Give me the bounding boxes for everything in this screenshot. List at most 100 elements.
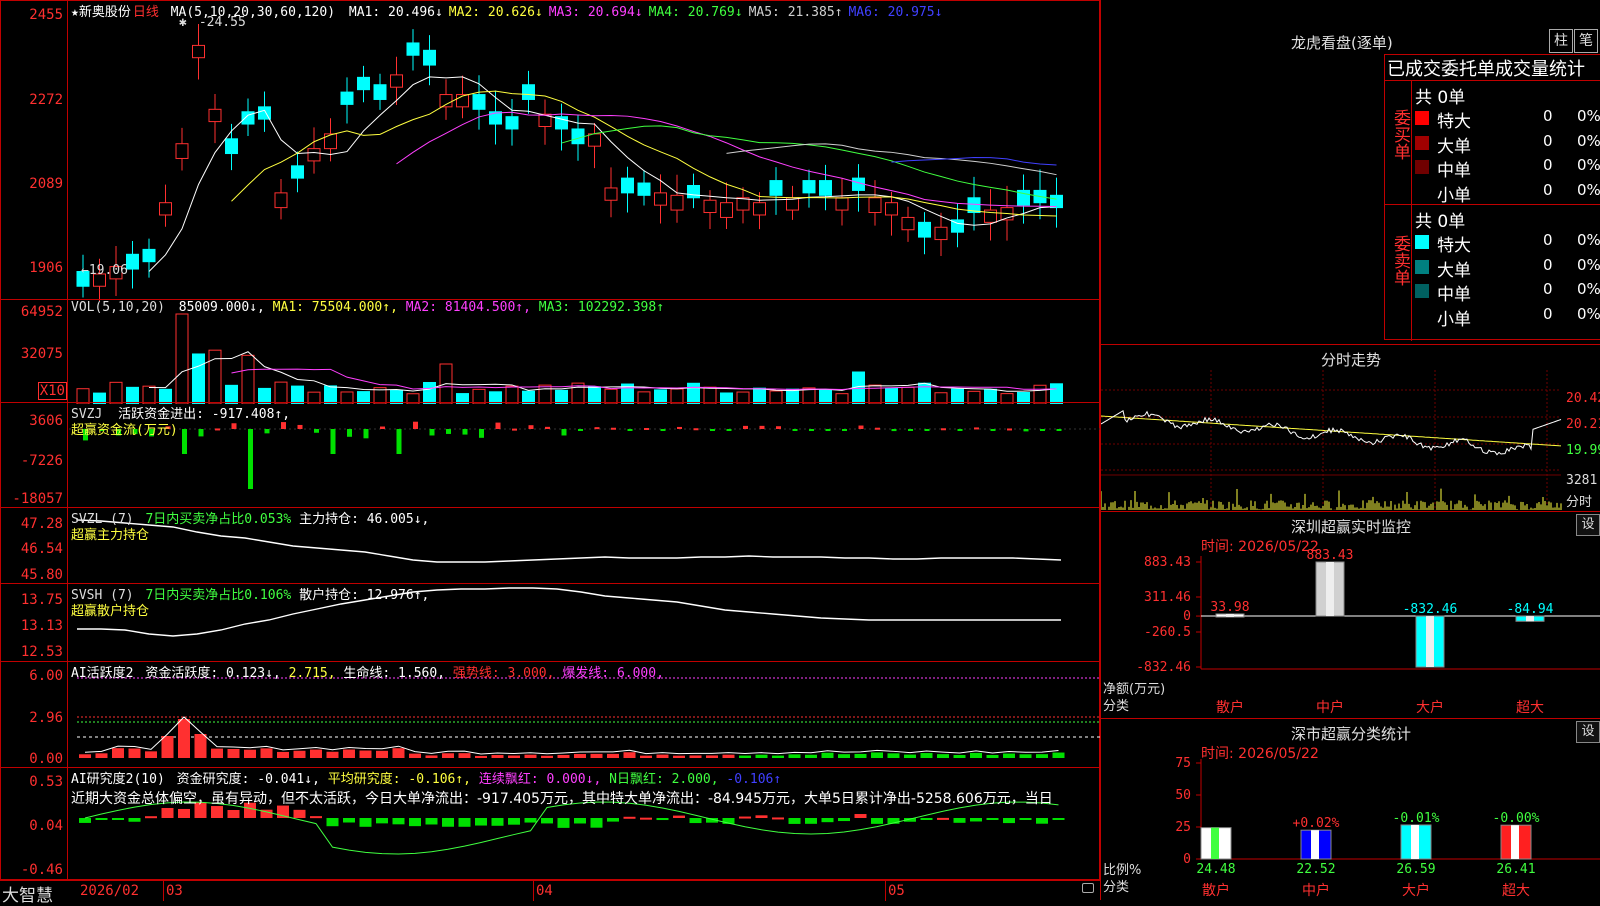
research-bar <box>574 818 586 824</box>
activity-bar <box>508 755 520 758</box>
classify-category-label: 散户 <box>1202 882 1230 899</box>
classify-bar-highlight <box>1511 825 1519 859</box>
svzj-bar <box>198 429 204 437</box>
volume-bar <box>192 353 205 404</box>
classify-chart[interactable]: 75 50 25 0 24.48 散户 +0.02% 22.52 中户 -0.01% 26.59 大户… <box>1101 719 1600 900</box>
monitor-value-label: 33.98 <box>1210 600 1249 615</box>
candle-body <box>423 49 436 66</box>
research-bar <box>871 818 883 824</box>
svsh-label: 13.75 <box>20 592 63 608</box>
candle-body <box>439 94 453 108</box>
ma-value-5: MA5: 21.385↑ <box>748 5 843 20</box>
candle-body <box>621 177 634 194</box>
period-label[interactable]: 日线 <box>133 5 159 20</box>
color-swatch <box>1415 135 1429 150</box>
monitor-bar-highlight <box>1326 562 1334 617</box>
classify-bar-highlight <box>1411 824 1419 859</box>
classify-category-label: 中户 <box>1302 882 1330 899</box>
monitor-y-label: -260.5 <box>1144 625 1191 640</box>
tick-mode-button[interactable]: 笔 <box>1574 29 1598 53</box>
activity-bar <box>722 754 735 758</box>
svzl-panel[interactable]: 47.28 46.54 45.80 SVZL (7) 7日内买卖净占比0.053… <box>0 507 1100 585</box>
price-label: 2089 <box>29 176 63 192</box>
activity-bar <box>706 755 718 758</box>
date-axis: 大智慧 2026/02 03 04 05 <box>0 880 1100 906</box>
intraday-chart[interactable] <box>1101 370 1600 510</box>
volume-axis: 64952 32075 X10 <box>1 300 68 404</box>
ai-research-title: AI研究度2(10) 资金研究度: -0.041↓, 平均研究度: -0.106… <box>71 772 782 787</box>
sell-total: 共 0单 <box>1415 212 1466 232</box>
svzj-bar <box>512 428 517 431</box>
activity-bar <box>145 751 157 758</box>
svsh-panel[interactable]: 13.75 13.13 12.53 SVSH (7) 7日内买卖净占比0.106… <box>0 583 1100 663</box>
research-bar <box>227 809 240 818</box>
candlestick-panel[interactable]: 2455 2272 2089 1906 ★新奥股份 日线 MA(5,10,20,3… <box>0 0 1101 301</box>
ai-activity-title: AI活跃度2 资金活跃度: 0.123↓, 2.715, 生命线: 1.560,… <box>71 666 664 681</box>
price-label: 1906 <box>29 260 63 276</box>
svzj-bar <box>974 427 979 430</box>
volume-panel[interactable]: 64952 32075 X10 VOL(5,10,20) 85009.000↓,… <box>0 299 1101 404</box>
research-bar <box>409 818 421 827</box>
intraday-title: 分时走势 <box>1320 351 1381 369</box>
date-label: 2026/02 <box>80 883 140 899</box>
candle-body <box>835 197 849 211</box>
color-swatch <box>1415 111 1429 125</box>
intraday-label: 19.99 <box>1566 443 1600 458</box>
stock-name[interactable]: ★新奥股份 <box>71 5 131 20</box>
bar-mode-button[interactable]: 柱 <box>1549 29 1573 53</box>
svzj-label: 3606 <box>29 413 63 429</box>
activity-bar <box>112 748 124 758</box>
activity-bar <box>211 748 223 758</box>
candle-body <box>901 216 915 231</box>
activity-bar <box>1019 754 1032 758</box>
ma-value-3: MA3: 20.694↓ <box>548 5 643 20</box>
monitor-panel[interactable]: 深圳超赢实时监控 设 时间: 2026/05/22 883.43 311.46 0-… <box>1101 512 1600 719</box>
monitor-category-label: 大户 <box>1416 699 1444 716</box>
svzj-bar <box>1040 429 1045 431</box>
volume-bar <box>175 313 189 404</box>
lock-icon[interactable] <box>1082 883 1094 893</box>
volume-label: 64952 <box>20 304 63 320</box>
activity-bar <box>838 754 850 758</box>
ai-research-panel[interactable]: 0.53 0.04 -0.46 AI研究度2(10) 资金研究度: -0.041… <box>0 767 1100 881</box>
svzj-bar <box>809 429 814 431</box>
order-row: 大单 0 0% <box>1415 132 1600 157</box>
ai-activity-panel[interactable]: 6.00 2.96 0.00 AI活跃度2 资金活跃度: 0.123↓, 2.7… <box>0 661 1101 769</box>
monitor-chart[interactable]: 883.43 311.46 0-260.5 -832.46 33.98 散户 883.43 中… <box>1101 512 1600 718</box>
order-type: 特大 <box>1437 112 1471 132</box>
right-panel: 龙虎看盘(逐单) 柱 笔 已成交委托单成交量统计 委买单 共 0单 特大 0 0% 大… <box>1100 0 1600 900</box>
svzj-panel[interactable]: 3606 -7226 -18057 SVZJ 活跃资金进出: -917.408↑… <box>0 402 1101 509</box>
svzj-bar <box>924 429 930 431</box>
activity-bar <box>524 754 537 758</box>
ma-value-4: MA4: 20.769↓ <box>648 5 743 20</box>
activity-bar <box>607 753 619 758</box>
activity-bar <box>95 753 108 758</box>
activity-bar <box>326 751 339 758</box>
classify-category-label: 超大 <box>1502 883 1530 899</box>
activity-bar <box>442 753 454 758</box>
candle-body <box>604 187 618 201</box>
svzj-bar <box>363 429 369 439</box>
activity-bar <box>673 755 685 758</box>
volume-bar <box>109 381 123 404</box>
monitor-value-label: -832.46 <box>1403 602 1458 617</box>
activity-bar <box>244 749 256 758</box>
volume-chart[interactable] <box>1 300 1101 404</box>
classify-panel[interactable]: 深市超赢分类统计 设 时间: 2026/05/22 75 50 25 0 24.48 散户… <box>1101 719 1600 900</box>
intraday-panel[interactable]: 分时走势 20.42 20.21 19.99 3281 分时 <box>1101 344 1600 512</box>
svzj-bar <box>347 429 352 437</box>
svzj-bar <box>479 429 484 438</box>
svzl-label: 45.80 <box>20 567 63 583</box>
candle-body <box>175 143 189 159</box>
activity-bar <box>409 753 421 758</box>
svzj-bar <box>281 422 286 429</box>
candlestick-chart[interactable] <box>1 1 1101 301</box>
monitor-y-label: 0 <box>1183 609 1191 624</box>
order-count: 0 <box>1543 107 1553 125</box>
order-count: 0 <box>1543 255 1553 274</box>
activity-bar <box>590 753 603 758</box>
research-bar <box>145 816 157 819</box>
svzj-bar <box>776 426 781 429</box>
svzj-bar <box>231 423 237 429</box>
svzj-bar <box>528 425 534 429</box>
